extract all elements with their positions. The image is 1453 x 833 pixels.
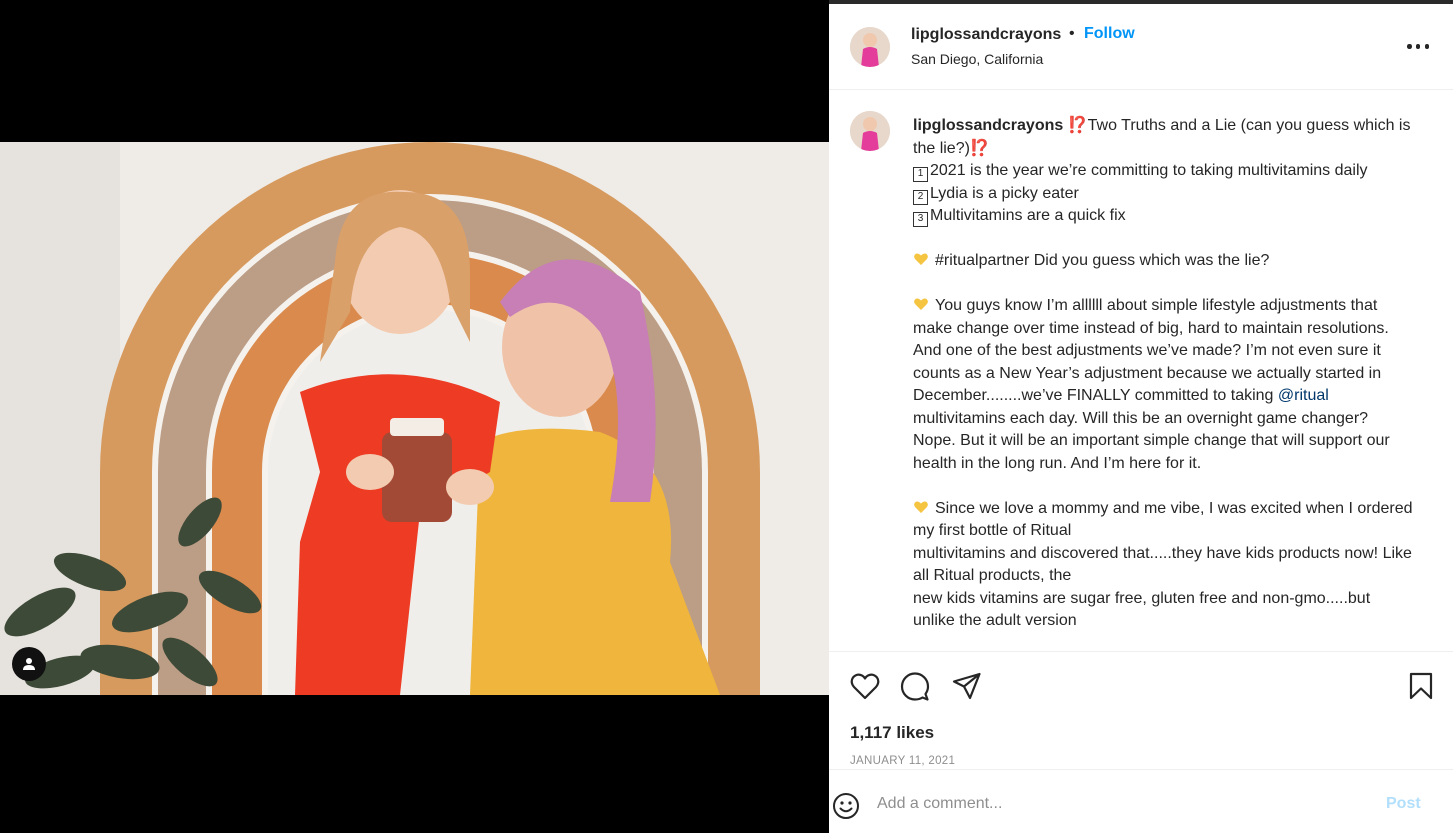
keycap-3-icon: 3: [913, 212, 928, 227]
bookmark-icon[interactable]: [1408, 672, 1434, 700]
yellow-heart-icon: [914, 501, 928, 513]
follow-button[interactable]: Follow: [1084, 25, 1135, 43]
caption-scroll-area[interactable]: lipglossandcrayons ⁉️Two Truths and a Li…: [829, 91, 1453, 651]
caption-line: Since we love a mommy and me vibe, I was…: [913, 499, 1418, 540]
heart-icon[interactable]: [850, 672, 880, 700]
mention-link[interactable]: @ritual: [1278, 387, 1329, 404]
caption-line: #ritualpartner Did you guess which was t…: [935, 252, 1270, 269]
caption-line: 2021 is the year we’re committing to tak…: [930, 162, 1368, 179]
keycap-2-icon: 2: [913, 189, 928, 205]
comment-input[interactable]: [877, 788, 1357, 820]
post-caption: lipglossandcrayons ⁉️Two Truths and a Li…: [913, 115, 1413, 633]
keycap-1-icon: 1: [913, 167, 928, 182]
tagged-user-button[interactable]: [12, 647, 46, 681]
avatar[interactable]: [850, 111, 890, 151]
share-icon[interactable]: [952, 672, 982, 700]
post-photo[interactable]: [0, 142, 829, 695]
header-username[interactable]: lipglossandcrayons: [911, 26, 1061, 44]
caption-line: multivitamins and discovered that.....th…: [913, 544, 1417, 585]
post-header: lipglossandcrayons • Follow San Diego, C…: [829, 4, 1453, 90]
post-details-panel: lipglossandcrayons • Follow San Diego, C…: [829, 4, 1453, 833]
post-button[interactable]: Post: [1386, 795, 1421, 813]
post-media[interactable]: [0, 0, 829, 833]
location-link[interactable]: San Diego, California: [911, 51, 1043, 67]
instagram-post-view: lipglossandcrayons • Follow San Diego, C…: [0, 0, 1453, 833]
caption-line: new kids vitamins are sugar free, gluten…: [913, 589, 1375, 630]
more-options-icon[interactable]: [1407, 44, 1429, 50]
caption-line: Multivitamins are a quick fix: [930, 207, 1126, 224]
yellow-heart-icon: [914, 253, 928, 265]
separator-dot: •: [1069, 25, 1075, 42]
yellow-heart-icon: [914, 298, 928, 310]
post-date[interactable]: JANUARY 11, 2021: [850, 755, 955, 767]
comment-icon[interactable]: [900, 672, 930, 702]
photo-illustration: [0, 142, 829, 695]
comment-bar: Post: [829, 769, 1453, 833]
caption-line: Lydia is a picky eater: [930, 184, 1079, 202]
person-icon: [23, 658, 35, 670]
avatar[interactable]: [850, 27, 890, 67]
likes-count[interactable]: 1,117 likes: [850, 723, 934, 743]
post-actions: 1,117 likes JANUARY 11, 2021: [829, 651, 1453, 769]
caption-username[interactable]: lipglossandcrayons: [913, 117, 1063, 134]
emoji-icon[interactable]: [832, 792, 860, 820]
